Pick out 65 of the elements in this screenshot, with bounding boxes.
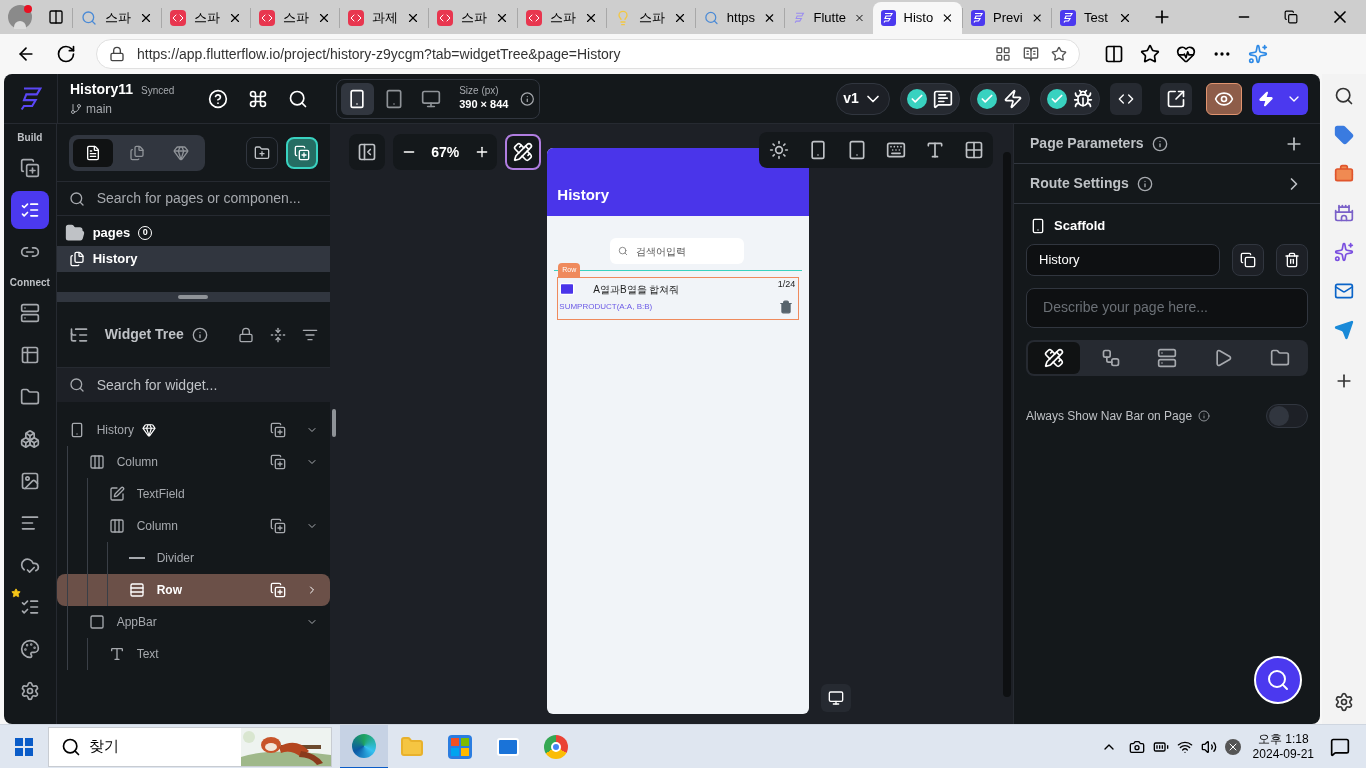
tab-title: Test [1084,9,1109,28]
tab-title: 스파 [550,9,576,28]
section-header[interactable]: Page Parameters [1030,133,1144,154]
tab-title: 스파 [461,9,487,28]
tree-item[interactable]: Column [56,446,330,478]
browser-tab[interactable]: Previ [962,8,1051,28]
tree-item[interactable]: Row [56,574,330,606]
browser-tab[interactable]: 스파 [606,8,695,28]
browser-tab[interactable]: Test [1051,8,1140,28]
preview-search-field[interactable]: 검색어입력 [610,238,745,264]
tab-title: Previ [993,9,1023,28]
tree-item[interactable]: History [56,414,330,446]
version-dropdown[interactable]: v1 [836,82,890,115]
browser-tab[interactable]: 스파 [161,8,250,28]
folder-label: pages [92,224,131,243]
toggle-label: Always Show Nav Bar on Page [1026,407,1193,425]
page-item[interactable]: History [56,246,330,272]
tree-item[interactable]: AppBar [56,606,330,638]
pages-search-field[interactable]: Search for pages or componen... [96,188,301,209]
question-text: A열과B열을 합쳐줘 [593,283,680,297]
tree-item[interactable]: Column [56,510,330,542]
tree-label: Column [116,454,158,471]
widget-name: Scaffold [1054,217,1106,235]
tab-title: 과제 [372,9,398,28]
tab-title: Histo [903,9,934,28]
tab-title: 스파 [105,9,131,28]
tree-label: Text [136,646,159,663]
browser-tab[interactable]: Histo [873,2,962,34]
description-field[interactable]: Describe your page here... [1026,287,1308,328]
panel-title: Widget Tree [104,325,184,344]
browser-tab[interactable]: 스파 [517,8,606,28]
size-label: Size (px) [459,85,500,98]
tree-label: Column [136,518,178,535]
tab-title: 스파 [639,9,665,28]
taskbar-search-field[interactable]: 찾기 [89,735,119,758]
branch-name: main [86,101,112,118]
app-bar-title: History [557,184,609,205]
size-value: 390 × 844 [459,97,509,112]
tree-label: Divider [156,550,194,567]
answer-text: SUMPRODUCT(A:A, B:B) [559,301,653,313]
count-text: 1/24 [777,278,796,291]
section-label: Connect [9,276,50,290]
browser-tab[interactable]: https [695,8,784,28]
sync-status: Synced [141,84,175,98]
tree-label: History [96,422,134,439]
clock-time[interactable]: 오후 1:18 [1257,731,1309,747]
tree-item[interactable]: TextField [56,478,330,510]
tab-title: 스파 [194,9,220,28]
tree-label: AppBar [116,614,157,631]
section-header[interactable]: Route Settings [1030,173,1129,194]
tree-label: Row [156,582,182,599]
tab-title: 스파 [283,9,309,28]
browser-tab[interactable]: 스파 [72,8,161,28]
page-name-field[interactable]: History [1026,243,1220,276]
tab-title: https [726,9,755,28]
zoom-value: 67% [431,142,460,162]
tree-item[interactable]: Text [56,638,330,670]
tab-title: Flutte [813,9,847,28]
section-label: Build [17,131,43,145]
browser-tab[interactable]: 스파 [428,8,517,28]
clock-date[interactable]: 2024-09-21 [1252,746,1314,762]
browser-tab[interactable]: 과제 [339,8,428,28]
browser-tab[interactable]: 스파 [250,8,339,28]
project-name: History11 [70,80,134,99]
tree-label: TextField [136,486,185,503]
